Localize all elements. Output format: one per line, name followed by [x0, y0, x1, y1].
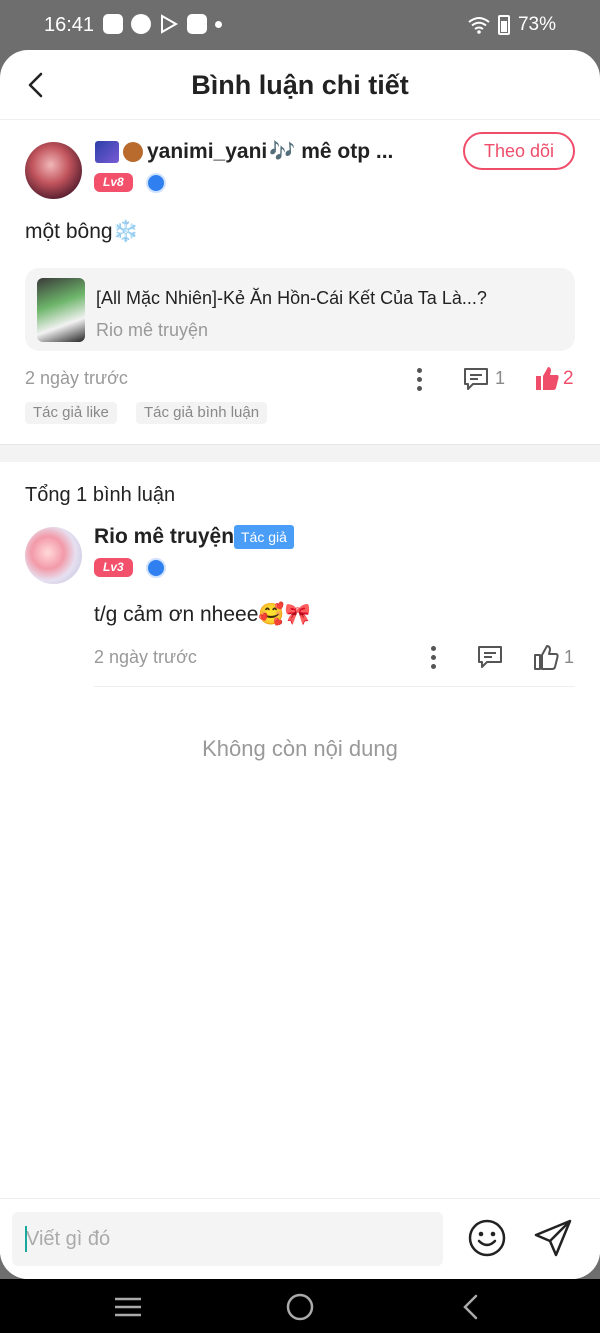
username-text: yanimi_yani [147, 140, 268, 163]
follow-button[interactable]: Theo dõi [463, 132, 575, 170]
post-author-name[interactable]: yanimi_yani 🎶 mê otp ... [95, 140, 393, 164]
emoji-button[interactable] [467, 1218, 507, 1258]
header: Bình luận chi tiết [0, 50, 600, 120]
comment-count: 1 [495, 368, 506, 388]
more-options-icon[interactable] [415, 367, 423, 391]
status-bar: 16:41 73% [0, 0, 600, 50]
username-suffix: 🎶 mê otp ... [269, 140, 394, 163]
more-notifications-icon [215, 20, 222, 28]
no-more-content-label: Không còn nội dung [202, 736, 398, 761]
reply-timestamp: 2 ngày trước [94, 647, 197, 667]
nav-back-icon[interactable] [456, 1291, 488, 1323]
galaxy-emoji-icon [95, 141, 119, 163]
play-store-icon [161, 14, 179, 34]
battery-percent: 73% [517, 14, 556, 35]
comment-detail-sheet: Bình luận chi tiết yanimi_yani 🎶 mê otp … [0, 50, 600, 1279]
bear-emoji-icon [123, 142, 143, 162]
status-time: 16:41 [44, 14, 95, 36]
comment-icon[interactable] [463, 367, 489, 391]
reply-author-avatar[interactable] [25, 527, 82, 584]
author-badge: Tác giả [234, 525, 294, 549]
reply-like-count: 1 [564, 647, 575, 667]
total-comments-label: Tổng 1 bình luận [25, 484, 176, 506]
notification-icons [103, 14, 222, 34]
comment-input[interactable] [12, 1212, 443, 1266]
story-title: [All Mặc Nhiên]-Kẻ Ăn Hồn-Cái Kết Của Ta… [96, 288, 487, 308]
like-count: 2 [563, 368, 574, 389]
system-nav-bar [0, 1279, 600, 1333]
verified-shield-icon [146, 173, 166, 193]
thumbs-up-filled-icon[interactable] [533, 364, 561, 392]
reply-divider [94, 686, 575, 687]
send-button[interactable] [532, 1217, 574, 1259]
reply-level-badge: Lv3 [94, 558, 133, 577]
post-text: một bông❄️ [25, 220, 139, 244]
post-author-avatar[interactable] [25, 142, 82, 199]
reply-emojis: 🥰🎀 [258, 603, 311, 626]
text-cursor [25, 1226, 27, 1252]
thumbs-up-outline-icon[interactable] [532, 643, 560, 671]
reply-author-name[interactable]: Rio mê truyện [94, 525, 234, 549]
recent-apps-icon[interactable] [112, 1291, 144, 1323]
wifi-icon [468, 17, 490, 34]
level-badge: Lv8 [94, 173, 133, 192]
notification-icon [103, 14, 123, 34]
tag-author-commented: Tác giả bình luận [136, 402, 268, 424]
page-title: Bình luận chi tiết [191, 70, 409, 100]
snowflake-emoji: ❄️ [112, 220, 139, 243]
reply-verified-shield-icon [146, 558, 166, 578]
reply-text: t/g cảm ơn nheee🥰🎀 [94, 603, 311, 627]
story-card[interactable]: [All Mặc Nhiên]-Kẻ Ăn Hồn-Cái Kết Của Ta… [25, 268, 575, 351]
cloud-icon [131, 14, 151, 34]
status-right: 73% [468, 14, 556, 36]
comment-input-bar [0, 1198, 600, 1279]
post-text-content: một bông [25, 220, 113, 243]
story-cover-image [37, 278, 85, 342]
reply-more-options-icon[interactable] [429, 645, 437, 669]
story-author: Rio mê truyện [96, 320, 209, 340]
app-icon [187, 14, 207, 34]
battery-icon [497, 15, 510, 35]
reply-comment-icon[interactable] [477, 645, 503, 669]
home-icon[interactable] [284, 1291, 316, 1323]
section-divider [0, 444, 600, 462]
tag-author-liked: Tác giả like [25, 402, 117, 424]
post-timestamp: 2 ngày trước [25, 368, 128, 388]
reply-text-content: t/g cảm ơn nheee [94, 603, 259, 626]
